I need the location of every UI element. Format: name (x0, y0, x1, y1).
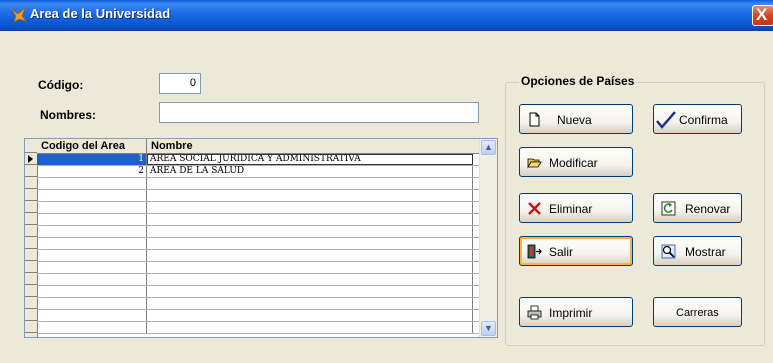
search-icon (661, 244, 676, 259)
cell-codigo[interactable]: 1 (37, 154, 147, 165)
nombres-label: Nombres: (40, 108, 97, 122)
table-row[interactable] (37, 202, 481, 214)
row-pointer-icon (28, 155, 33, 163)
window-title: Area de la Universidad (30, 6, 171, 21)
folder-open-icon (527, 158, 542, 169)
scroll-up-button[interactable]: ▲ (481, 140, 496, 155)
eliminar-button[interactable]: Eliminar (519, 193, 633, 223)
cell-nombre[interactable]: AREA SOCIAL JURIDICA Y ADMINISTRATIVA (147, 154, 473, 165)
close-button[interactable]: X (752, 5, 773, 26)
column-header-codigo[interactable]: Codigo del Area (37, 139, 147, 153)
confirma-button[interactable]: Confirma (653, 104, 742, 134)
renovar-label: Renovar (685, 202, 731, 216)
table-row[interactable] (37, 310, 481, 322)
table-row[interactable] (37, 226, 481, 238)
mostrar-label: Mostrar (685, 245, 726, 259)
eliminar-label: Eliminar (549, 202, 593, 216)
areas-grid[interactable]: Codigo del Area Nombre 1 AREA SOCIAL JUR… (24, 138, 498, 338)
nueva-button[interactable]: Nueva (519, 104, 633, 134)
table-row[interactable] (37, 250, 481, 262)
grid-vertical-scrollbar[interactable]: ▲ ▼ (479, 139, 497, 337)
nombres-field[interactable] (159, 102, 479, 123)
exit-door-icon (527, 244, 542, 259)
checkmark-icon (656, 111, 676, 129)
cell-codigo[interactable]: 2 (37, 166, 147, 177)
table-row[interactable] (37, 286, 481, 298)
imprimir-button[interactable]: Imprimir (519, 297, 633, 327)
table-row[interactable] (37, 190, 481, 202)
carreras-label: Carreras (676, 307, 719, 319)
column-header-nombre[interactable]: Nombre (147, 139, 473, 153)
modificar-button[interactable]: Modificar (519, 147, 633, 177)
salir-label: Salir (549, 245, 574, 259)
table-row[interactable] (37, 274, 481, 286)
current-row-indicator (25, 153, 37, 165)
salir-button[interactable]: Salir (519, 236, 633, 266)
imprimir-label: Imprimir (549, 306, 593, 320)
modificar-label: Modificar (549, 156, 598, 170)
carreras-button[interactable]: Carreras (653, 297, 742, 327)
table-row[interactable] (37, 298, 481, 310)
grid-header: Codigo del Area Nombre (37, 139, 481, 154)
new-document-icon (529, 112, 540, 127)
close-icon: X (756, 5, 768, 24)
table-row[interactable]: 1 AREA SOCIAL JURIDICA Y ADMINISTRATIVA (37, 154, 481, 166)
table-row[interactable] (37, 214, 481, 226)
confirma-label: Confirma (679, 113, 728, 127)
codigo-field[interactable]: 0 (159, 73, 201, 94)
scroll-down-button[interactable]: ▼ (481, 321, 496, 336)
cell-nombre[interactable]: AREA DE LA SALUD (147, 166, 473, 177)
printer-icon (527, 305, 542, 320)
table-row[interactable] (37, 238, 481, 250)
refresh-icon (661, 201, 676, 216)
table-row[interactable]: 2 AREA DE LA SALUD (37, 166, 481, 178)
fox-icon (10, 7, 28, 23)
table-row[interactable] (37, 262, 481, 274)
table-row[interactable] (37, 178, 481, 190)
delete-x-icon (528, 202, 541, 215)
options-group-title: Opciones de Países (519, 74, 637, 88)
codigo-label: Código: (38, 78, 84, 92)
title-bar: Area de la Universidad X (0, 0, 773, 31)
mostrar-button[interactable]: Mostrar (653, 236, 742, 266)
nueva-label: Nueva (557, 113, 592, 127)
renovar-button[interactable]: Renovar (653, 193, 742, 223)
table-row[interactable] (37, 322, 481, 334)
